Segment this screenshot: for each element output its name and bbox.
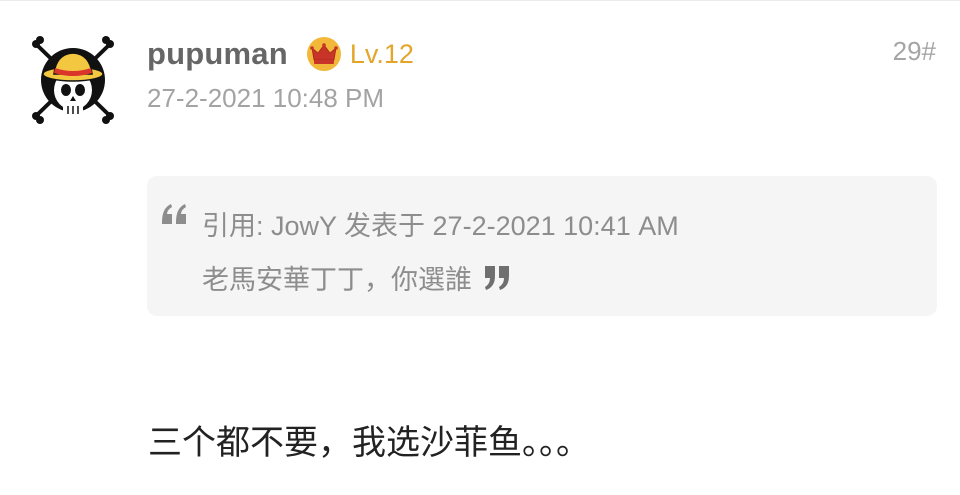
quote-header: 引用: JowY 发表于 27-2-2021 10:41 AM bbox=[202, 211, 679, 241]
quote-block: 引用: JowY 发表于 27-2-2021 10:41 AM 老馬安華丁丁，你… bbox=[147, 176, 937, 316]
user-level: Lv.12 bbox=[349, 38, 414, 69]
quote-content: 老馬安華丁丁，你選誰 bbox=[202, 258, 514, 297]
post-timestamp: 27-2-2021 10:48 PM bbox=[147, 83, 385, 113]
post-header: pupuman Lv.12 bbox=[147, 30, 414, 78]
close-quote-icon bbox=[482, 262, 514, 294]
forum-post: pupuman Lv.12 29# 27-2-2021 10:48 PM 引用:… bbox=[0, 0, 960, 495]
straw-hat-jolly-roger-icon bbox=[32, 36, 114, 124]
post-body: 三个都不要，我选沙菲鱼。。。 bbox=[148, 424, 590, 462]
open-quote-icon bbox=[159, 194, 191, 234]
divider bbox=[0, 0, 960, 1]
quote-text: 老馬安華丁丁，你選誰 bbox=[202, 265, 472, 295]
crown-icon bbox=[306, 36, 342, 72]
username[interactable]: pupuman bbox=[147, 36, 288, 72]
avatar[interactable] bbox=[28, 34, 118, 124]
floor-number: 29# bbox=[892, 36, 936, 66]
